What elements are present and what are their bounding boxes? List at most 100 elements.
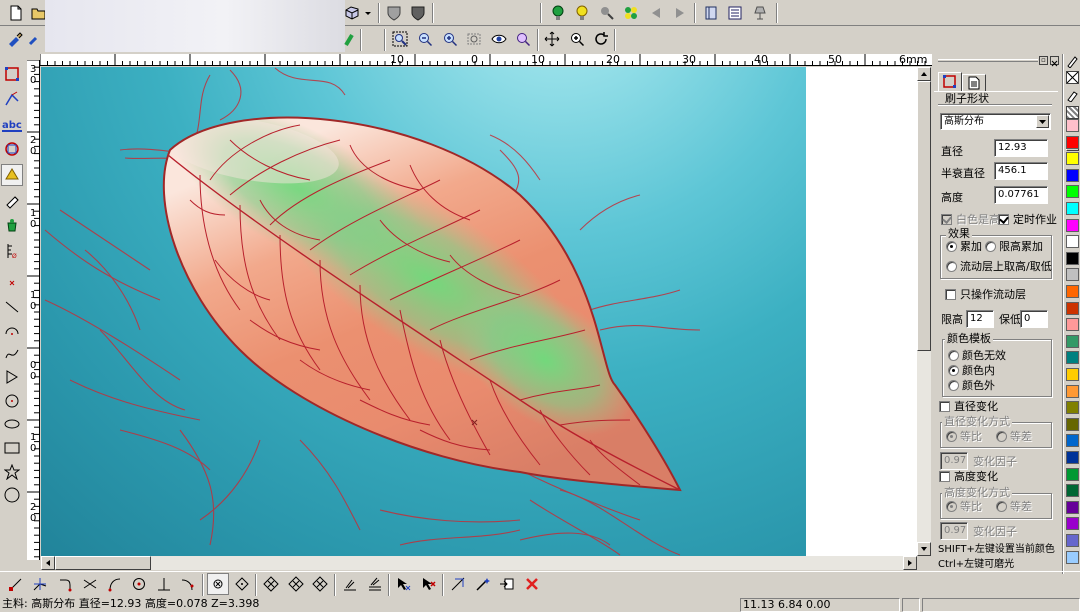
arrow-left-icon[interactable] <box>645 2 667 24</box>
shield-light-icon[interactable] <box>383 2 405 24</box>
color-none-radio[interactable] <box>948 350 959 361</box>
effect-limit-add-radio[interactable] <box>985 241 996 252</box>
text-abc-icon[interactable]: abc <box>1 114 23 136</box>
diameter-input[interactable]: 12.93 <box>994 139 1048 157</box>
brush-tool-icon[interactable] <box>4 28 26 50</box>
export-icon[interactable] <box>496 573 518 595</box>
height-ratio-radio[interactable] <box>946 501 957 512</box>
scroll-left-button[interactable] <box>41 556 55 570</box>
height-input[interactable]: 0.07761 <box>994 186 1048 204</box>
green-bulb-icon[interactable] <box>547 2 569 24</box>
zoom-window-icon[interactable] <box>389 28 411 50</box>
pencil-icon[interactable] <box>1066 54 1078 69</box>
color-swatch[interactable] <box>1066 417 1079 431</box>
cursor-red-x-icon[interactable] <box>418 573 440 595</box>
layer-icon[interactable] <box>364 573 386 595</box>
keep-low-input[interactable]: 0 <box>1020 310 1048 328</box>
scroll-thumb[interactable] <box>917 81 931 351</box>
scroll-down-button[interactable] <box>917 542 931 556</box>
point-icon[interactable] <box>1 272 23 294</box>
node-edit-icon[interactable] <box>29 573 51 595</box>
pattern-icon[interactable] <box>1066 106 1079 119</box>
polyline-icon[interactable] <box>1 366 23 388</box>
color-swatch[interactable] <box>1066 384 1079 398</box>
trim-icon[interactable] <box>153 573 175 595</box>
new-file-icon[interactable] <box>5 2 27 24</box>
diamond2-icon[interactable] <box>285 573 307 595</box>
arrow-right-icon[interactable] <box>669 2 691 24</box>
color-swatch[interactable] <box>1066 202 1079 215</box>
scale-ruler-icon[interactable]: Ø <box>1 240 23 262</box>
list-icon[interactable] <box>724 2 746 24</box>
line-icon[interactable] <box>1 296 23 318</box>
book-icon[interactable] <box>700 2 722 24</box>
zoom-realtime-icon[interactable] <box>566 28 588 50</box>
tab-brush[interactable] <box>938 72 962 92</box>
chevron-down-icon[interactable] <box>1036 115 1049 128</box>
brush-shape-select[interactable]: 高斯分布 <box>940 113 1051 130</box>
diameter-ratio-radio[interactable] <box>946 431 957 442</box>
color-inside-radio[interactable] <box>948 365 959 376</box>
color-swatch[interactable] <box>1066 500 1079 514</box>
diameter-change-checkbox[interactable] <box>939 401 950 412</box>
zoom-fit-icon[interactable] <box>512 28 534 50</box>
yellow-bulb-icon[interactable] <box>571 2 593 24</box>
pan-icon[interactable] <box>541 28 563 50</box>
white-high-checkbox[interactable] <box>941 214 952 225</box>
arc-icon[interactable] <box>1 319 23 341</box>
eraser-icon[interactable] <box>1 190 23 212</box>
height-diff-radio[interactable] <box>996 501 1007 512</box>
green-tool-icon[interactable] <box>338 28 360 50</box>
color-swatch[interactable] <box>1066 251 1079 265</box>
diameter-diff-radio[interactable] <box>996 431 1007 442</box>
diamond3-icon[interactable] <box>309 573 331 595</box>
color-swatch[interactable] <box>1066 550 1079 564</box>
color-swatch[interactable] <box>1066 434 1079 448</box>
half-decay-input[interactable]: 456.1 <box>994 162 1048 180</box>
color-swatch[interactable] <box>1066 534 1079 547</box>
shape-edit-icon[interactable] <box>1 138 23 160</box>
height-change-checkbox[interactable] <box>939 471 950 482</box>
tab-document[interactable] <box>962 74 986 92</box>
bucket-icon[interactable] <box>1 214 23 236</box>
canvas-horizontal-scrollbar[interactable] <box>41 556 917 570</box>
effect-flow-radio[interactable] <box>946 261 957 272</box>
line-node-icon[interactable] <box>5 573 27 595</box>
shield-dark-icon[interactable] <box>407 2 429 24</box>
color-swatch[interactable] <box>1066 119 1079 132</box>
scroll-thumb[interactable] <box>55 556 151 570</box>
view-eye-icon[interactable] <box>488 28 510 50</box>
color-outside-radio[interactable] <box>948 380 959 391</box>
limit-high-input[interactable]: 12 <box>966 310 994 328</box>
color-swatch[interactable] <box>1066 451 1079 464</box>
color-swatch[interactable] <box>1066 185 1079 199</box>
timed-work-checkbox[interactable] <box>998 214 1009 225</box>
factor2-input[interactable]: 0.97 <box>940 522 968 540</box>
cross-icon[interactable] <box>79 573 101 595</box>
color-swatch[interactable] <box>1066 285 1079 298</box>
circle-icon[interactable] <box>1 484 23 506</box>
color-swatch[interactable] <box>1066 168 1079 182</box>
panel-restore-icon[interactable]: ▫ <box>1039 56 1048 65</box>
color-swatch[interactable] <box>1066 268 1079 282</box>
paint-tool-icon[interactable] <box>26 28 42 50</box>
light-settings-icon[interactable] <box>596 2 618 24</box>
light-group-icon[interactable] <box>620 2 642 24</box>
design-canvas[interactable] <box>41 67 917 556</box>
color-swatch[interactable] <box>1066 368 1079 381</box>
ellipse-icon[interactable] <box>1 413 23 435</box>
color-swatch[interactable] <box>1066 334 1079 348</box>
only-flow-checkbox[interactable] <box>945 289 956 300</box>
relief-icon[interactable] <box>1 164 23 186</box>
dropdown-arrow-icon[interactable] <box>362 2 374 24</box>
diamond1-icon[interactable] <box>260 573 282 595</box>
color-swatch[interactable] <box>1066 152 1079 166</box>
cursor-x-icon[interactable] <box>393 573 415 595</box>
color-swatch[interactable] <box>1066 467 1079 481</box>
zoom-in-icon[interactable] <box>439 28 461 50</box>
scroll-up-button[interactable] <box>917 67 931 81</box>
curve-icon[interactable] <box>1 343 23 365</box>
magic-icon[interactable] <box>472 573 494 595</box>
zoom-out-icon[interactable] <box>414 28 436 50</box>
color-swatch[interactable] <box>1066 517 1079 531</box>
